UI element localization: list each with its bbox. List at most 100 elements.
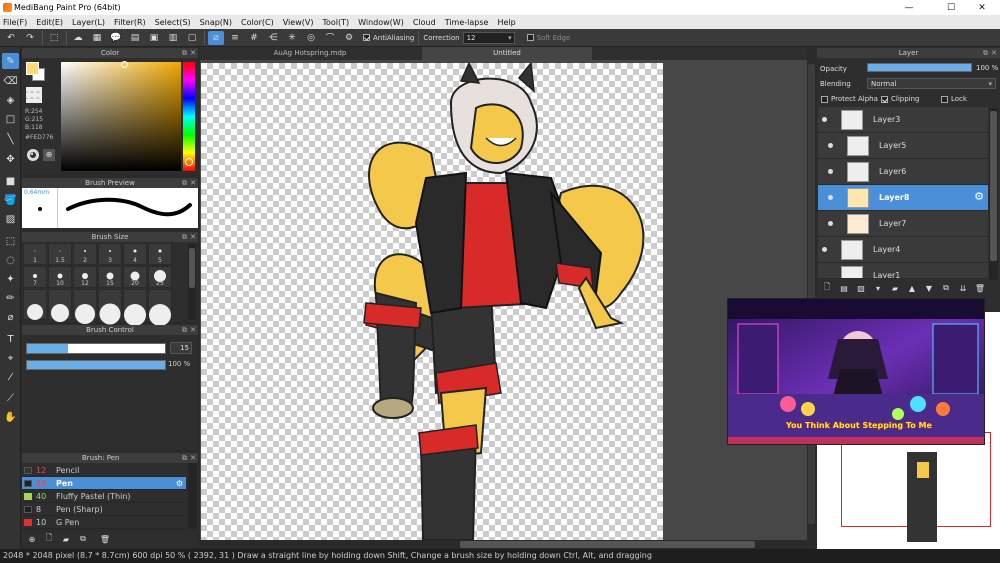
merge-down-icon[interactable]: ⇊ [956,282,970,294]
brush-size-option[interactable] [98,289,122,325]
gear-icon[interactable]: ⚙ [974,190,984,203]
soft-edge-toggle[interactable]: Soft Edge [526,34,570,42]
cloud-icon[interactable]: ☁ [70,31,86,45]
menu-window[interactable]: Window(W) [358,18,404,27]
menu-file[interactable]: File(F) [3,18,27,27]
brush-item-pen[interactable]: 15 Pen ⚙ [22,477,186,490]
menu-layer[interactable]: Layer(L) [72,18,105,27]
move-tool-icon[interactable]: ✥ [2,151,19,167]
hue-slider[interactable] [183,62,195,171]
menu-select[interactable]: Select(S) [155,18,191,27]
new-8bit-layer-icon[interactable]: ▧ [854,282,868,294]
scrollbar-thumb[interactable] [990,111,997,261]
popout-icon[interactable]: ⧉ [182,453,187,463]
canvas-area[interactable] [200,60,807,540]
redo-icon[interactable]: ↷ [22,31,38,45]
snap-off-icon[interactable]: ⧄ [208,30,224,45]
grid-snap-icon[interactable]: # [246,31,262,45]
menu-cloud[interactable]: Cloud [413,18,436,27]
lasso-tool-icon[interactable]: ◌ [2,252,19,268]
brush-size-option[interactable]: 2 [73,243,97,265]
select-eraser-icon[interactable]: ⌀ [2,309,19,325]
soft-edge-checkbox[interactable] [526,34,534,41]
undo-icon[interactable]: ↶ [3,31,19,45]
divide-tool-icon[interactable]: ⁄ [2,369,19,385]
select-rect-icon[interactable]: ⬚ [2,233,19,249]
brush-item-g-pen[interactable]: 10 G Pen [22,516,186,529]
visibility-eye-icon[interactable] [822,247,827,252]
close-icon[interactable]: ✕ [190,178,196,188]
scrollbar-thumb[interactable] [189,248,195,288]
antialiasing-checkbox[interactable] [363,34,370,41]
scrollbar-thumb[interactable] [460,541,755,548]
correction-dropdown[interactable]: 12 ▾ [462,31,515,44]
clipping-checkbox[interactable] [881,95,888,103]
popout-icon[interactable]: ⧉ [182,48,187,58]
tab-untitled[interactable]: Untitled [422,47,592,60]
brush-tool-icon[interactable]: ✎ [2,53,19,69]
canvas-horizontal-scrollbar[interactable] [200,540,807,549]
layer-row-layer5[interactable]: Layer5 [818,133,988,159]
palette-icon[interactable]: ◕ [27,149,39,161]
foreground-color-swatch[interactable] [26,62,39,75]
brush-size-option[interactable]: 1.5 [48,243,72,265]
gear-icon[interactable]: ⚙ [176,477,183,490]
brush-opacity-slider[interactable] [26,360,166,370]
selection-toggle-icon[interactable]: ⬚ [46,31,62,45]
brush-size-option[interactable] [73,289,97,324]
operation-tool-icon[interactable]: ⌖ [2,350,19,366]
brush-list-scrollbar[interactable] [188,463,197,529]
brush-size-option[interactable]: 20 [123,266,147,288]
menu-help[interactable]: Help [497,18,515,27]
vanishing-point-icon[interactable]: ⋲ [265,31,281,45]
menu-view[interactable]: View(V) [283,18,314,27]
brush-size-option[interactable]: 10 [48,266,72,288]
tone-icon[interactable]: ▥ [165,31,181,45]
menu-tool[interactable]: Tool(T) [322,18,349,27]
brush-size-option[interactable]: 3 [98,243,122,265]
menu-color[interactable]: Color(C) [241,18,274,27]
close-button[interactable]: ✕ [964,0,1000,15]
blending-dropdown[interactable]: Normal ▾ [867,78,996,89]
tab-auag-hotspring[interactable]: AuAg Hotspring.mdp [200,47,420,60]
brush-item-pen-sharp[interactable]: 8 Pen (Sharp) [22,503,186,516]
select-pen-icon[interactable]: ✏ [2,290,19,306]
duplicate-icon[interactable]: ⧉ [76,533,90,545]
clipping-toggle[interactable]: Clipping [881,95,920,103]
layer-row-layer7[interactable]: Layer7 [818,211,988,237]
move-down-icon[interactable]: ▼ [922,282,936,294]
layer-row-layer3[interactable]: Layer3 [818,107,988,133]
close-icon[interactable]: ✕ [190,453,196,463]
brush-size-slider[interactable] [26,343,166,354]
folder-icon[interactable]: ▰ [888,282,902,294]
add-brush-icon[interactable]: ⊕ [25,533,39,545]
layer-row-layer8[interactable]: Layer8 ⚙ [818,185,988,211]
brush-item-fluffy-pastel[interactable]: 40 Fluffy Pastel (Thin) [22,490,186,503]
trash-icon[interactable]: 🗑 [973,282,987,294]
brush-size-option[interactable]: 5 [148,243,172,265]
brush-size-option[interactable] [123,289,147,326]
close-icon[interactable]: ✕ [190,232,196,242]
trash-icon[interactable]: 🗑 [98,533,112,545]
brush-size-option[interactable]: 7 [23,266,47,288]
brush-size-option[interactable]: 1 [23,243,47,265]
layer-row-layer6[interactable]: Layer6 [818,159,988,185]
bucket-tool-icon[interactable]: 🪣 [2,192,19,208]
brush-size-option[interactable] [48,289,72,322]
frame-icon[interactable]: ▣ [146,31,162,45]
layer-opacity-slider[interactable] [867,63,972,72]
popout-icon[interactable]: ⧉ [182,232,187,242]
visibility-eye-icon[interactable] [822,117,827,122]
move-up-icon[interactable]: ▲ [905,282,919,294]
circle-snap-icon[interactable]: ◎ [303,31,319,45]
page-icon[interactable]: ▢ [184,31,200,45]
fill-rect-icon[interactable]: ■ [2,173,19,189]
new-brush-icon[interactable]: 🗋 [42,533,56,545]
radial-snap-icon[interactable]: ✳ [284,31,300,45]
lock-checkbox[interactable] [941,95,948,103]
drawing-canvas[interactable] [201,63,663,540]
snap-settings-icon[interactable]: ⚙ [341,31,357,45]
menu-snap[interactable]: Snap(N) [200,18,232,27]
protect-alpha-checkbox[interactable] [821,95,828,103]
menu-timelapse[interactable]: Time-lapse [445,18,489,27]
